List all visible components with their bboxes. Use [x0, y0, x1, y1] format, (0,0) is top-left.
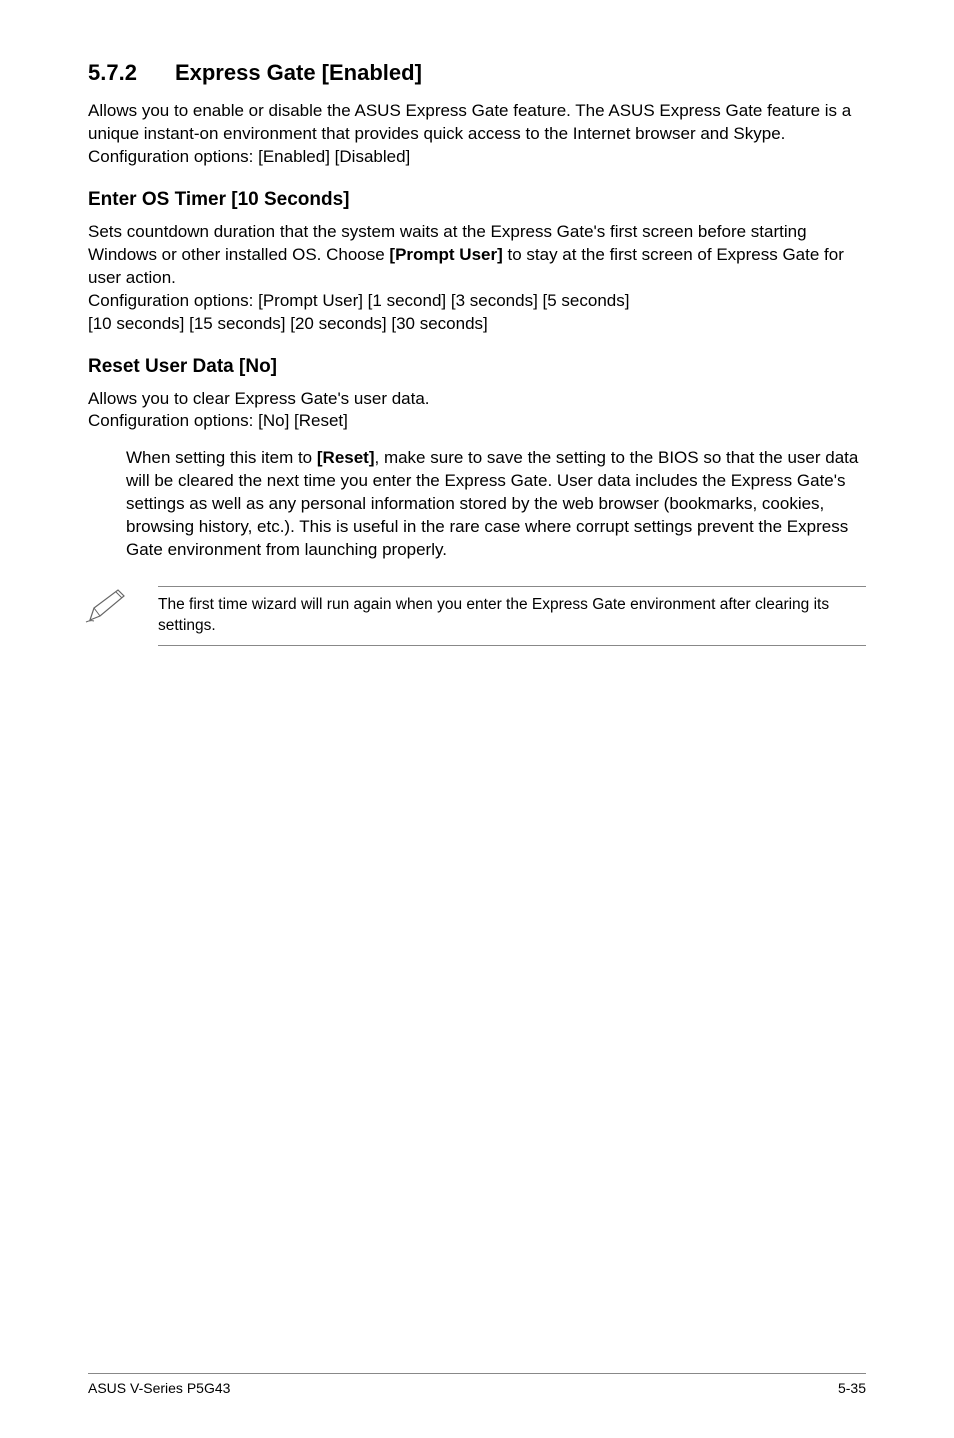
- reset-line2: Configuration options: [No] [Reset]: [88, 411, 348, 430]
- reset-heading: Reset User Data [No]: [88, 356, 866, 378]
- section-title-text: Express Gate [Enabled]: [175, 60, 422, 85]
- section-number: 5.7.2: [88, 60, 137, 86]
- page-footer: ASUS V-Series P5G43 5-35: [88, 1373, 866, 1396]
- reset-line1: Allows you to clear Express Gate's user …: [88, 389, 430, 408]
- footer-right: 5-35: [838, 1380, 866, 1396]
- pencil-icon: [84, 586, 130, 631]
- os-timer-heading: Enter OS Timer [10 Seconds]: [88, 189, 866, 211]
- reset-detail-block: When setting this item to [Reset], make …: [88, 447, 866, 562]
- section-intro: Allows you to enable or disable the ASUS…: [88, 100, 866, 169]
- os-timer-paragraph: Sets countdown duration that the system …: [88, 221, 866, 336]
- section-heading: 5.7.2 Express Gate [Enabled]: [88, 60, 866, 86]
- footer-left: ASUS V-Series P5G43: [88, 1380, 230, 1396]
- reset-paragraph: Allows you to clear Express Gate's user …: [88, 388, 866, 434]
- reset-block-before: When setting this item to: [126, 448, 317, 467]
- reset-block-bold: [Reset]: [317, 448, 375, 467]
- os-timer-config1: Configuration options: [Prompt User] [1 …: [88, 291, 629, 310]
- os-timer-config2: [10 seconds] [15 seconds] [20 seconds] […: [88, 314, 488, 333]
- note-callout: The first time wizard will run again whe…: [84, 586, 866, 646]
- os-timer-bold: [Prompt User]: [389, 245, 502, 264]
- note-text: The first time wizard will run again whe…: [158, 586, 866, 646]
